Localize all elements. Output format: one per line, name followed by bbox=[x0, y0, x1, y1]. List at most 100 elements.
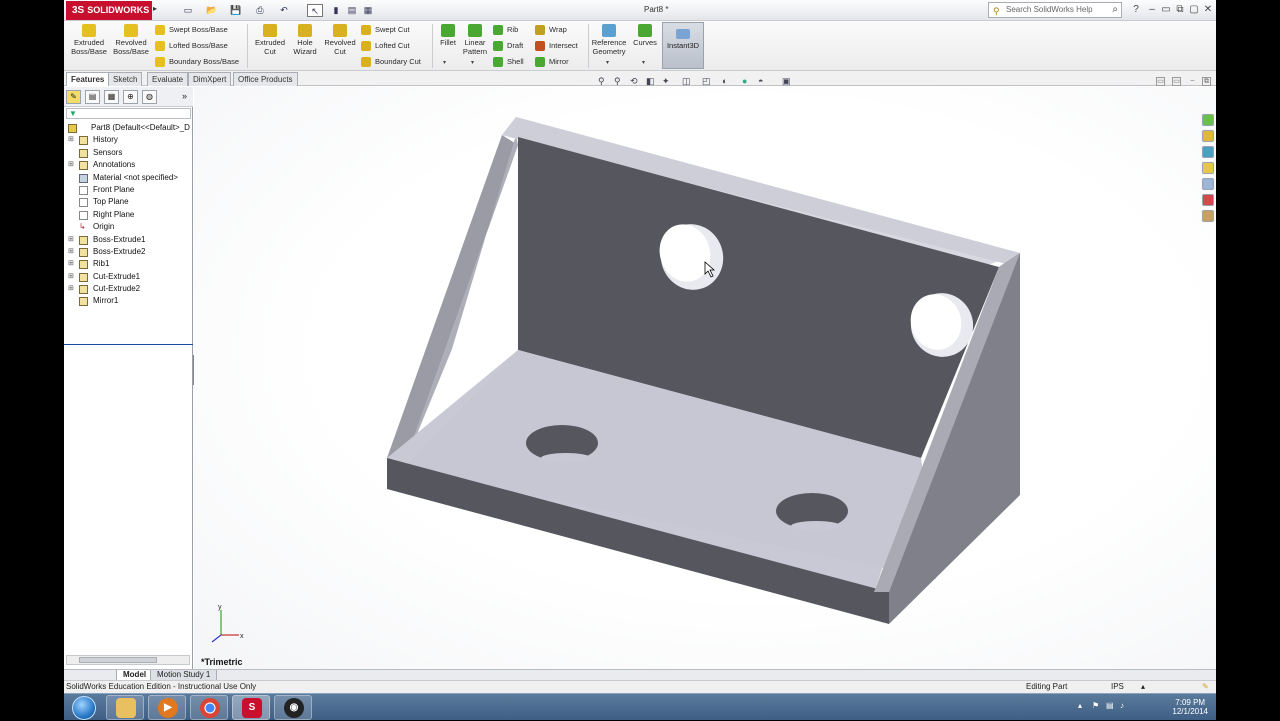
tab-features[interactable]: Features bbox=[66, 72, 110, 86]
swept-cut-button[interactable]: Swept Cut bbox=[360, 23, 410, 36]
viewport-minimize-alt-icon[interactable]: – bbox=[1188, 77, 1197, 86]
tree-item-history[interactable]: ⊞ History bbox=[64, 134, 193, 146]
tree-item-rib1[interactable]: ⊞ Rib1 bbox=[64, 258, 193, 270]
minimize-icon[interactable]: – bbox=[1146, 4, 1158, 16]
draft-button[interactable]: Draft bbox=[492, 39, 523, 52]
rebuild-status-icon[interactable]: ✎ bbox=[1202, 681, 1209, 693]
part-model[interactable] bbox=[194, 87, 1216, 669]
tab-dimxpert[interactable]: DimXpert bbox=[188, 72, 232, 86]
help-icon[interactable]: ? bbox=[1130, 4, 1142, 16]
expand-icon[interactable]: ⊞ bbox=[68, 134, 74, 146]
restore-alt-icon[interactable]: ⧉ bbox=[1174, 4, 1186, 16]
configuration-manager-icon[interactable]: ▦ bbox=[104, 90, 119, 104]
dimxpert-manager-icon[interactable]: ⊕ bbox=[123, 90, 138, 104]
tree-item-mirror1[interactable]: Mirror1 bbox=[64, 295, 193, 307]
tree-item-top-plane[interactable]: Top Plane bbox=[64, 196, 193, 208]
print-icon[interactable]: ⎙ bbox=[252, 4, 268, 17]
new-document-icon[interactable]: ▭ bbox=[180, 4, 196, 17]
revolved-boss-button[interactable]: Revolved Boss/Base bbox=[112, 24, 150, 56]
taskbar-clock[interactable]: 7:09 PM 12/1/2014 bbox=[1172, 698, 1208, 716]
taskbar-chrome[interactable] bbox=[190, 695, 228, 720]
lofted-cut-button[interactable]: Lofted Cut bbox=[360, 39, 410, 52]
tree-item-right-plane[interactable]: Right Plane bbox=[64, 209, 193, 221]
options-icon[interactable]: ▦ bbox=[360, 4, 376, 17]
fillet-dropdown-icon[interactable]: ▾ bbox=[443, 59, 446, 66]
tree-item-material[interactable]: Material <not specified> bbox=[64, 172, 193, 184]
appearance-icon[interactable]: ● bbox=[742, 76, 753, 87]
revolved-cut-button[interactable]: Revolved Cut bbox=[322, 24, 358, 56]
panel-horizontal-scrollbar[interactable] bbox=[66, 655, 190, 665]
rib-button[interactable]: Rib bbox=[492, 23, 518, 36]
hole-wizard-button[interactable]: Hole Wizard bbox=[288, 24, 322, 56]
curves-dropdown-icon[interactable]: ▾ bbox=[642, 59, 645, 66]
previous-view-icon[interactable]: ⟲ bbox=[630, 76, 641, 87]
taskbar-media-player[interactable]: ▶ bbox=[148, 695, 186, 720]
taskbar-solidworks[interactable]: S bbox=[232, 695, 270, 720]
file-properties-icon[interactable]: ▤ bbox=[344, 4, 360, 17]
tab-office-products[interactable]: Office Products bbox=[233, 72, 298, 86]
viewport-maximize-icon[interactable]: ⧉ bbox=[1202, 77, 1211, 86]
expand-panel-icon[interactable]: » bbox=[182, 91, 187, 101]
expand-icon[interactable]: ⊞ bbox=[68, 159, 74, 171]
scroll-thumb[interactable] bbox=[79, 657, 157, 663]
start-button[interactable] bbox=[72, 696, 96, 720]
expand-icon[interactable]: ⊞ bbox=[68, 258, 74, 270]
tab-sketch[interactable]: Sketch bbox=[108, 72, 143, 86]
wrap-button[interactable]: Wrap bbox=[534, 23, 567, 36]
tray-flag-icon[interactable]: ⚑ bbox=[1092, 701, 1099, 710]
viewport-minimize-icon[interactable]: ▭ bbox=[1156, 77, 1165, 86]
mirror-button[interactable]: Mirror bbox=[534, 55, 569, 68]
search-icon[interactable]: ⌕ bbox=[1112, 3, 1118, 17]
section-view-icon[interactable]: ◧ bbox=[646, 76, 657, 87]
tree-item-sensors[interactable]: Sensors bbox=[64, 147, 193, 159]
intersect-button[interactable]: Intersect bbox=[534, 39, 578, 52]
tray-network-icon[interactable]: ▤ bbox=[1106, 701, 1114, 710]
view-settings-icon[interactable]: ▣ bbox=[782, 76, 793, 87]
lofted-boss-button[interactable]: Lofted Boss/Base bbox=[154, 39, 228, 52]
tray-arrow-icon[interactable]: ▴ bbox=[1078, 701, 1082, 710]
display-style-icon[interactable]: ◰ bbox=[702, 76, 713, 87]
expand-icon[interactable]: ⊞ bbox=[68, 271, 74, 283]
display-manager-icon[interactable]: ◍ bbox=[142, 90, 157, 104]
solidworks-logo[interactable]: 3S SOLIDWORKS bbox=[66, 1, 152, 20]
units-selector[interactable]: IPS bbox=[1111, 681, 1124, 693]
feature-tree-icon[interactable]: ✎ bbox=[66, 90, 81, 104]
tray-volume-icon[interactable]: ♪ bbox=[1120, 701, 1124, 710]
tree-item-boss-extrude1[interactable]: ⊞ Boss-Extrude1 bbox=[64, 234, 193, 246]
tree-item-cut-extrude2[interactable]: ⊞ Cut-Extrude2 bbox=[64, 283, 193, 295]
tree-root-part[interactable]: Part8 (Default<<Default>_D bbox=[64, 122, 193, 134]
instant3d-button[interactable]: Instant3D bbox=[662, 22, 704, 69]
shell-button[interactable]: Shell bbox=[492, 55, 524, 68]
tree-item-boss-extrude2[interactable]: ⊞ Boss-Extrude2 bbox=[64, 246, 193, 258]
taskbar-obs[interactable]: ◉ bbox=[274, 695, 312, 720]
zoom-to-fit-icon[interactable]: ⚲ bbox=[598, 76, 609, 87]
tree-item-origin[interactable]: ↳ Origin bbox=[64, 221, 193, 233]
linear-pattern-button[interactable]: Linear Pattern bbox=[460, 24, 490, 56]
tree-item-front-plane[interactable]: Front Plane bbox=[64, 184, 193, 196]
tree-item-cut-extrude1[interactable]: ⊞ Cut-Extrude1 bbox=[64, 271, 193, 283]
restore-icon[interactable]: ▭ bbox=[1160, 4, 1172, 16]
property-manager-icon[interactable]: ▤ bbox=[85, 90, 100, 104]
units-up-arrow-icon[interactable]: ▴ bbox=[1141, 681, 1145, 693]
fillet-button[interactable]: Fillet bbox=[434, 24, 462, 48]
boundary-boss-button[interactable]: Boundary Boss/Base bbox=[154, 55, 239, 68]
zoom-to-area-icon[interactable]: ⚲ bbox=[614, 76, 625, 87]
scene-icon[interactable]: ◓ bbox=[758, 76, 769, 87]
close-icon[interactable]: ✕ bbox=[1202, 4, 1214, 16]
expand-icon[interactable]: ⊞ bbox=[68, 246, 74, 258]
window-list-icon[interactable]: ▢ bbox=[1188, 4, 1200, 16]
graphics-area[interactable]: ⚲ ⚲ ⟲ ◧ ✦ ◫ ◰ ◐ ● ◓ ▣ ▭ ▭ – ⧉ ✕ bbox=[194, 76, 1216, 669]
curves-button[interactable]: Curves bbox=[630, 24, 660, 48]
viewport-restore-icon[interactable]: ▭ bbox=[1172, 77, 1181, 86]
open-folder-icon[interactable]: 📂 bbox=[204, 4, 220, 17]
taskbar-explorer[interactable] bbox=[106, 695, 144, 720]
view-orientation-icon[interactable]: ◫ bbox=[682, 76, 693, 87]
menu-arrow-icon[interactable]: ▸ bbox=[153, 4, 161, 16]
save-icon[interactable]: 💾 bbox=[228, 4, 244, 17]
tree-filter-input[interactable]: ▼ bbox=[66, 108, 191, 119]
hide-show-items-icon[interactable]: ◐ bbox=[722, 76, 733, 87]
help-search-input[interactable]: ⚲ Search SolidWorks Help ⌕ bbox=[988, 2, 1122, 18]
boundary-cut-button[interactable]: Boundary Cut bbox=[360, 55, 421, 68]
tab-evaluate[interactable]: Evaluate bbox=[147, 72, 189, 86]
pattern-dropdown-icon[interactable]: ▾ bbox=[471, 59, 474, 66]
